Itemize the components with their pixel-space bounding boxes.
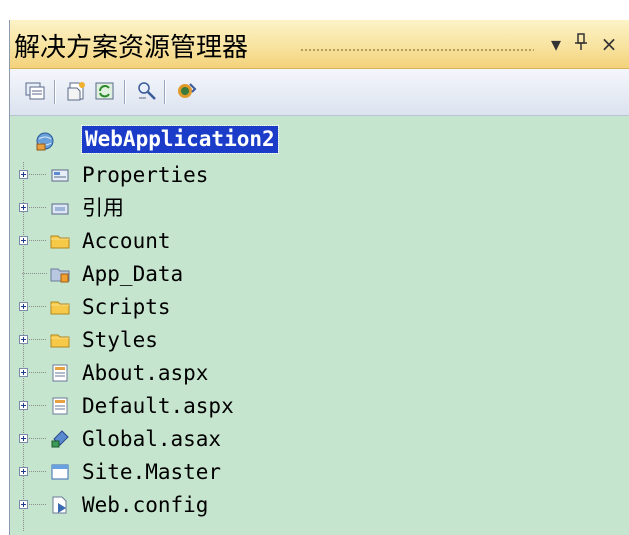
tree-item-default-aspx[interactable]: Default.aspx (10, 390, 629, 423)
project-name[interactable]: WebApplication2 (81, 125, 279, 154)
master-page-icon (50, 462, 70, 482)
expand-icon[interactable] (19, 302, 28, 311)
tree-item-scripts[interactable]: Scripts (10, 291, 629, 324)
tree-item-styles[interactable]: Styles (10, 324, 629, 357)
tree-item-site-master[interactable]: Site.Master (10, 456, 629, 489)
properties-icon[interactable] (24, 80, 46, 102)
global-asax-icon (50, 429, 70, 449)
config-file-icon (50, 495, 70, 515)
close-icon[interactable]: × (598, 32, 620, 56)
tree-connector (29, 372, 47, 373)
tree-item-label: Site.Master (82, 460, 222, 484)
toolbar-separator (164, 80, 166, 104)
tree-item-app-data[interactable]: App_Data (10, 258, 629, 291)
tree-connector (29, 471, 47, 472)
pin-icon[interactable] (570, 32, 592, 59)
tree-connector (29, 504, 47, 505)
references-icon (50, 198, 70, 218)
tree-item-label: Scripts (82, 295, 171, 319)
tree-item-label: Default.aspx (82, 394, 234, 418)
properties-folder-icon (50, 165, 70, 185)
tree-item-label: Properties (82, 163, 209, 187)
tree-item-web-config[interactable]: Web.config (10, 489, 629, 522)
tree-connector (29, 306, 47, 307)
tree-item-about-aspx[interactable]: About.aspx (10, 357, 629, 390)
tree-item-account[interactable]: Account (10, 225, 629, 258)
tree-connector (29, 438, 47, 439)
pin-glyph (575, 33, 587, 50)
folder-icon (50, 297, 70, 317)
expand-icon[interactable] (19, 368, 28, 377)
expand-icon[interactable] (19, 236, 28, 245)
panel-title-bar[interactable]: 解决方案资源管理器 ▾ × (10, 20, 629, 69)
view-code-icon[interactable] (136, 80, 158, 102)
tree-item-label: Styles (82, 328, 158, 352)
tree-item-global-asax[interactable]: Global.asax (10, 423, 629, 456)
tree-connector (29, 405, 47, 406)
dropdown-icon[interactable]: ▾ (546, 32, 566, 56)
tree-connector (29, 240, 47, 241)
tree-item-label: App_Data (82, 262, 184, 286)
aspx-file-icon (50, 363, 70, 383)
toolbar-separator (54, 80, 56, 104)
tree-item-properties[interactable]: Properties (10, 159, 629, 192)
tree-item-label: 引用 (82, 196, 124, 220)
show-all-files-icon[interactable] (66, 80, 88, 102)
refresh-icon[interactable] (94, 80, 116, 102)
folder-icon (50, 231, 70, 251)
expand-icon[interactable] (19, 500, 28, 509)
panel-title: 解决方案资源管理器 (14, 33, 249, 63)
expand-icon[interactable] (19, 170, 28, 179)
tree-connector (29, 339, 47, 340)
expand-icon[interactable] (19, 335, 28, 344)
tree-item-label: Web.config (82, 493, 209, 517)
solution-tree: WebApplication2 Properties 引用 Account Ap… (10, 116, 629, 535)
tree-root-row[interactable]: WebApplication2 (10, 124, 629, 157)
web-project-icon (34, 130, 54, 151)
expand-icon[interactable] (19, 467, 28, 476)
toolbar (10, 69, 629, 116)
folder-icon (50, 330, 70, 350)
copy-website-icon[interactable] (176, 80, 198, 102)
tree-connector (29, 174, 47, 175)
toolbar-separator (124, 80, 126, 104)
app-data-folder-icon (50, 264, 70, 284)
expand-icon[interactable] (19, 434, 28, 443)
tree-item-references[interactable]: 引用 (10, 192, 629, 225)
title-grip (300, 48, 534, 52)
expand-icon[interactable] (19, 203, 28, 212)
tree-item-label: Global.asax (82, 427, 222, 451)
tree-connector (29, 207, 47, 208)
expand-icon[interactable] (19, 401, 28, 410)
tree-connector (22, 273, 47, 274)
aspx-file-icon (50, 396, 70, 416)
solution-explorer-panel: 解决方案资源管理器 ▾ × WebApplication2 Properties… (9, 20, 629, 535)
tree-item-label: Account (82, 229, 171, 253)
tree-item-label: About.aspx (82, 361, 209, 385)
